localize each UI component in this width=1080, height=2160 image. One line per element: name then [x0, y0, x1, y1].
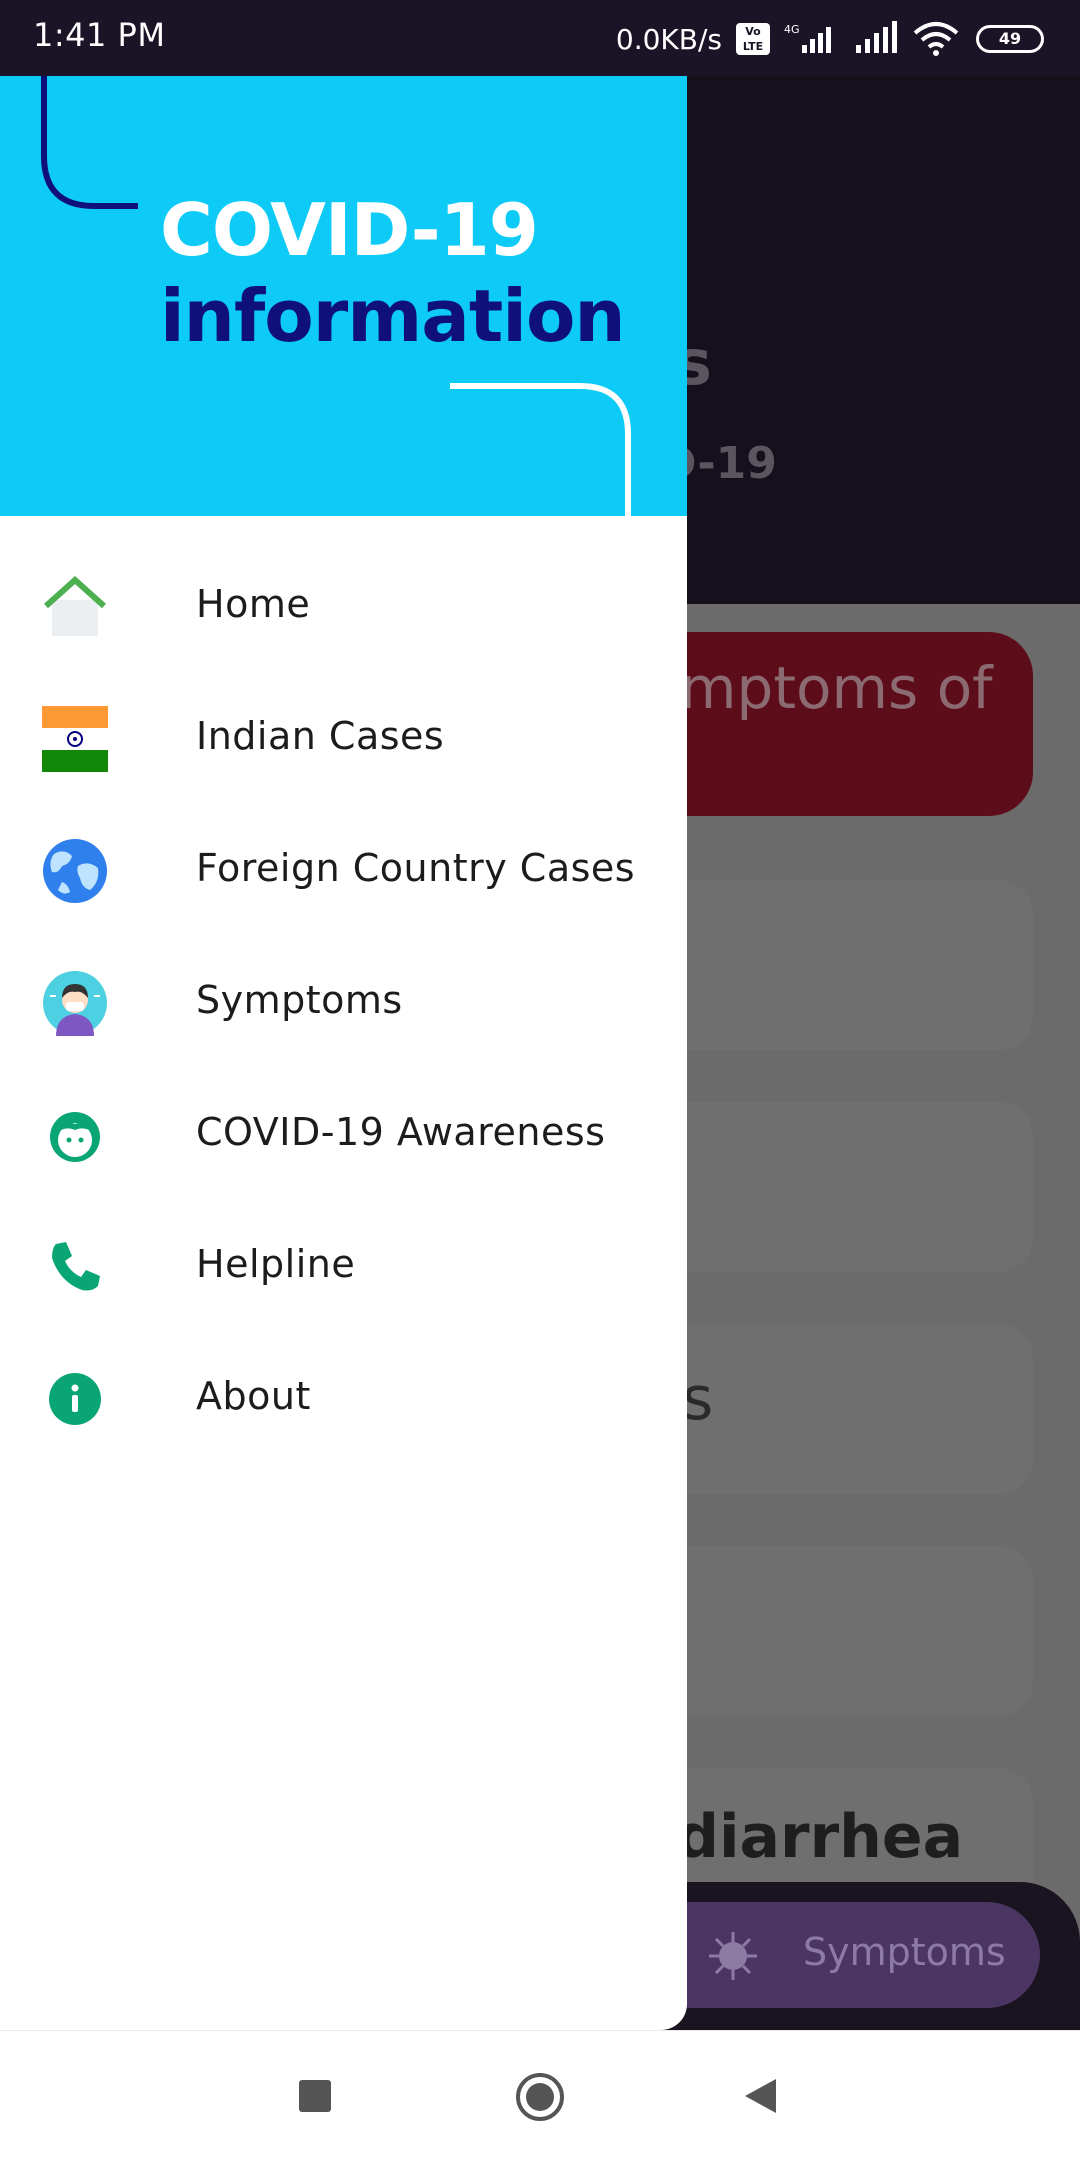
back-button[interactable] — [742, 2077, 778, 2115]
home-icon — [43, 575, 107, 636]
sick-person-icon — [43, 971, 107, 1036]
background-list-text-diarrhea: diarrhea — [676, 1802, 964, 1872]
volte-bottom-label: LTE — [742, 40, 764, 53]
drawer-item-label: COVID-19 Awareness — [196, 1110, 606, 1154]
info-icon — [49, 1373, 101, 1425]
drawer-item-foreign-country-cases[interactable]: Foreign Country Cases — [0, 804, 687, 936]
home-button[interactable] — [514, 2071, 566, 2123]
drawer-item-label: Foreign Country Cases — [196, 846, 636, 890]
virus-icon — [709, 1932, 757, 1980]
face-icon — [50, 1112, 100, 1162]
drawer-item-covid-awareness[interactable]: COVID-19 Awareness — [0, 1068, 687, 1200]
navigation-drawer: COVID-19 information Home Indian Cases F… — [0, 76, 687, 2030]
drawer-item-symptoms[interactable]: Symptoms — [0, 936, 687, 1068]
drawer-item-about[interactable]: About — [0, 1332, 687, 1464]
network-type-label: 4G — [784, 23, 800, 36]
drawer-item-label: Symptoms — [196, 978, 403, 1022]
india-flag-icon — [42, 706, 108, 772]
drawer-header: COVID-19 information — [0, 76, 687, 516]
status-time: 1:41 PM — [33, 16, 166, 54]
background-banner-text: mptoms of — [680, 654, 993, 722]
volte-icon: Vo LTE — [736, 23, 770, 55]
status-indicators: 0.0KB/s Vo LTE 4G 49 — [616, 14, 1044, 64]
drawer-title-line1: COVID-19 — [160, 188, 539, 272]
drawer-item-label: About — [196, 1374, 311, 1418]
signal-icon — [856, 21, 897, 53]
background-bottom-nav-label: Symptoms — [803, 1930, 1006, 1974]
wifi-icon — [913, 22, 959, 56]
drawer-item-home[interactable]: Home — [0, 540, 687, 672]
drawer-item-label: Home — [196, 582, 311, 626]
drawer-item-helpline[interactable]: Helpline — [0, 1200, 687, 1332]
system-navigation-bar — [0, 2030, 1080, 2160]
network-speed: 0.0KB/s — [615, 22, 722, 56]
drawer-title-line2: information — [160, 274, 626, 358]
recents-button[interactable] — [298, 2079, 332, 2113]
globe-icon — [43, 839, 107, 903]
drawer-item-label: Helpline — [196, 1242, 356, 1286]
drawer-item-label: Indian Cases — [196, 714, 445, 758]
status-bar: 1:41 PM 0.0KB/s Vo LTE 4G 49 — [0, 0, 1080, 76]
drawer-item-indian-cases[interactable]: Indian Cases — [0, 672, 687, 804]
signal-4g-icon: 4G — [784, 23, 831, 53]
volte-top-label: Vo — [745, 25, 761, 38]
battery-icon: 49 — [976, 25, 1044, 53]
phone-icon — [52, 1242, 100, 1291]
